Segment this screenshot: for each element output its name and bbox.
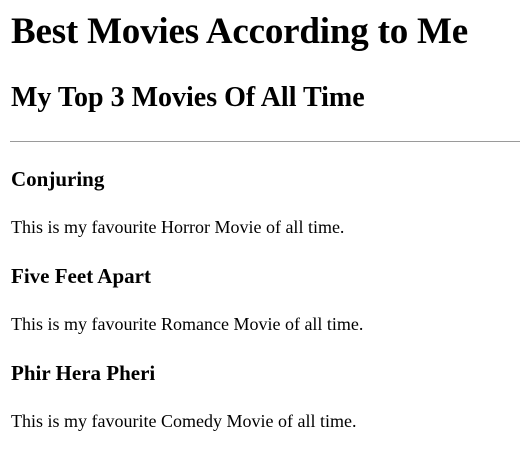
movie-title: Conjuring — [11, 167, 105, 191]
movie-description: This is my favourite Romance Movie of al… — [11, 314, 364, 334]
movie-title: Five Feet Apart — [11, 264, 151, 288]
page-subtitle: My Top 3 Movies Of All Time — [11, 82, 365, 113]
movie-title: Phir Hera Pheri — [11, 361, 156, 385]
page-title: Best Movies According to Me — [11, 11, 468, 52]
movie-description: This is my favourite Horror Movie of all… — [11, 217, 345, 237]
divider — [10, 141, 520, 142]
movie-description: This is my favourite Comedy Movie of all… — [11, 411, 357, 431]
page-content: Best Movies According to Me My Top 3 Mov… — [0, 0, 520, 463]
